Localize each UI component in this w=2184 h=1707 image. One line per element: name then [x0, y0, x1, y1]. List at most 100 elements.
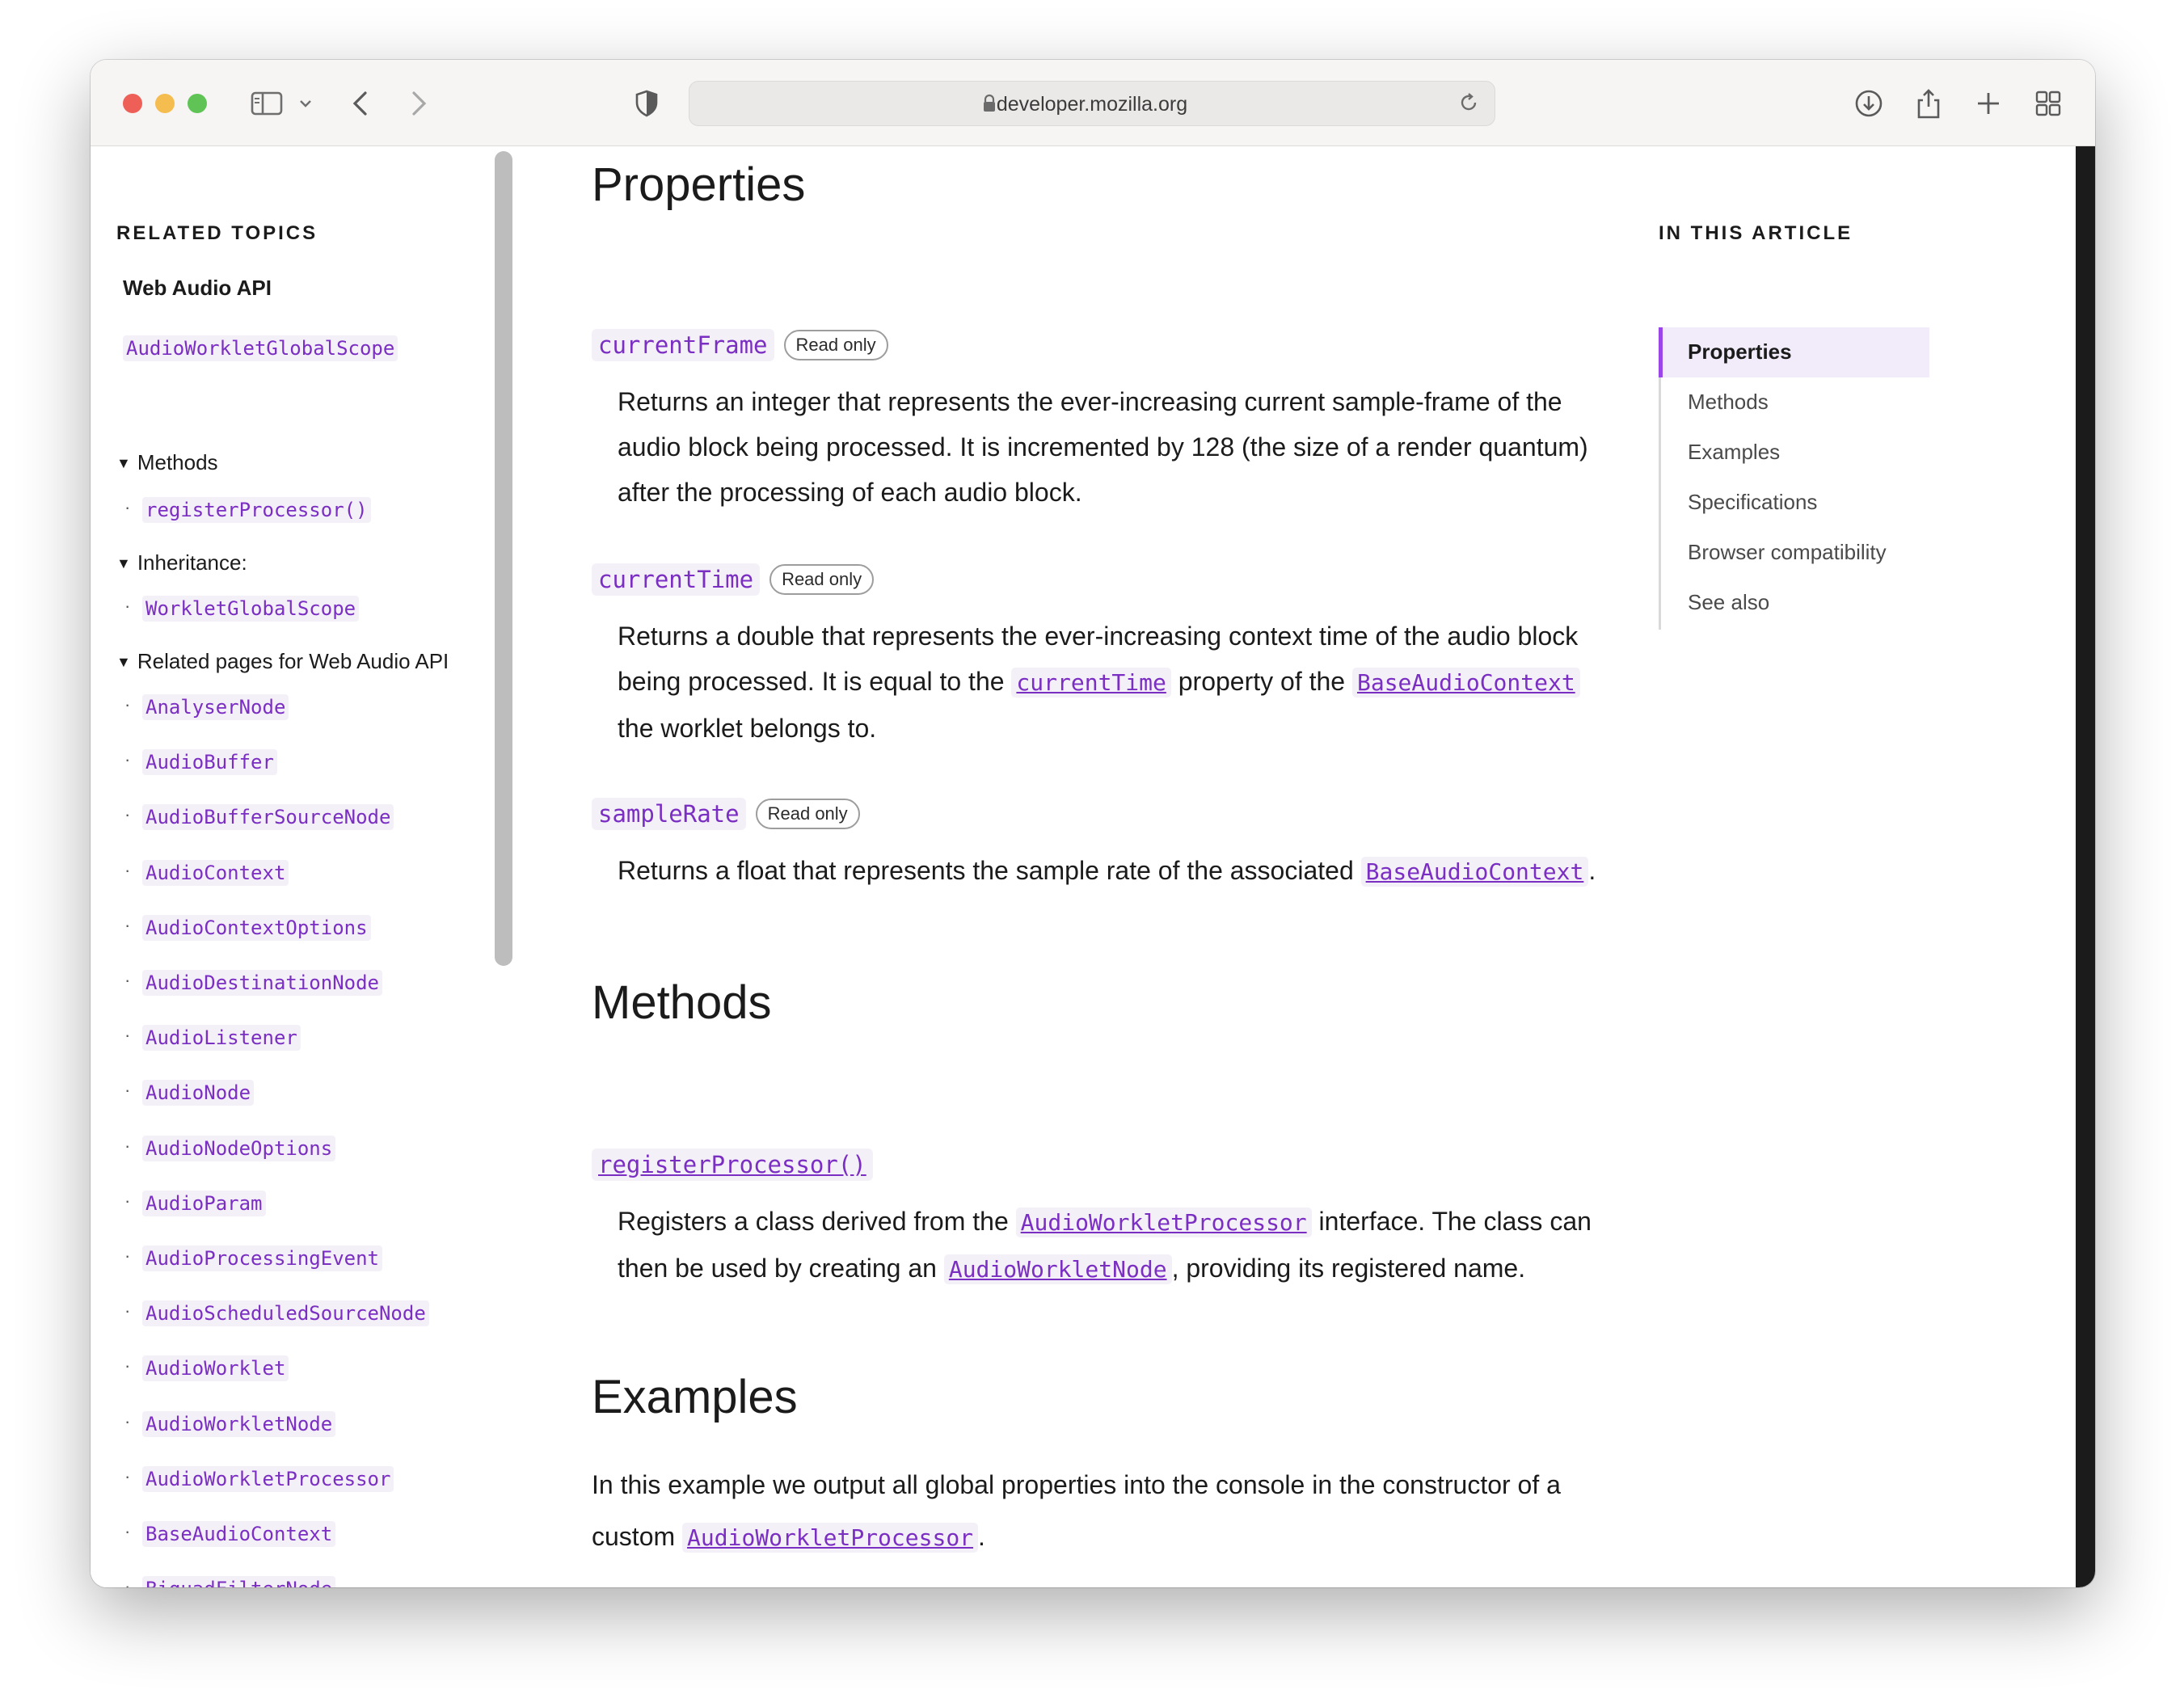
download-icon[interactable]	[1851, 86, 1887, 121]
reload-icon[interactable]	[1457, 91, 1480, 118]
page-content: RELATED TOPICS Web Audio API AudioWorkle…	[91, 146, 2095, 1587]
sidebar-group-methods[interactable]: ▼ Methods	[116, 450, 218, 475]
sidebar-item-related[interactable]: AudioBufferSourceNode	[142, 804, 394, 830]
address-host: developer.mozilla.org	[996, 93, 1188, 116]
sidebar-group-inheritance[interactable]: ▼ Inheritance:	[116, 550, 247, 575]
toc-item-properties[interactable]: Properties	[1688, 339, 1792, 365]
tab-overview-icon[interactable]	[2030, 86, 2066, 121]
heading-methods: Methods	[592, 976, 772, 1029]
currenttime-link[interactable]: currentTime	[1011, 668, 1171, 698]
read-only-badge: Read only	[755, 799, 860, 829]
sidebar-item-related[interactable]: AudioWorklet	[142, 1355, 289, 1381]
sidebar-item-related[interactable]: AudioDestinationNode	[142, 970, 382, 996]
heading-examples: Examples	[592, 1371, 798, 1423]
bullet: ·	[124, 1466, 131, 1486]
new-tab-plus-icon[interactable]	[1971, 86, 2006, 121]
property-name[interactable]: sampleRate	[592, 798, 746, 830]
bullet: ·	[124, 1191, 131, 1211]
bullet: ·	[124, 749, 131, 769]
related-topics-sidebar: RELATED TOPICS Web Audio API AudioWorkle…	[91, 146, 527, 1587]
sidebar-item-related[interactable]: AudioParam	[142, 1191, 266, 1216]
bullet: ·	[124, 1025, 131, 1045]
read-only-badge: Read only	[769, 564, 875, 595]
property-currentframe-header: currentFrame Read only	[592, 329, 888, 361]
toc-item-specifications[interactable]: Specifications	[1688, 490, 1817, 515]
in-this-article-toc: IN THIS ARTICLE Properties Methods Examp…	[1659, 146, 1982, 1587]
sidebar-item-related[interactable]: AudioNodeOptions	[142, 1136, 336, 1161]
triangle-down-icon: ▼	[116, 455, 131, 471]
sidebar-item-related[interactable]: AudioContext	[142, 860, 289, 886]
sidebar-item-related[interactable]: AudioBuffer	[142, 749, 277, 775]
back-arrow-icon[interactable]	[343, 86, 378, 121]
sidebar-item-related[interactable]: AudioListener	[142, 1025, 301, 1051]
sidebar-scope-link[interactable]: AudioWorkletGlobalScope	[123, 335, 398, 361]
bullet: ·	[124, 860, 131, 880]
sidebar-item-related[interactable]: BaseAudioContext	[142, 1521, 336, 1547]
bullet: ·	[124, 1355, 131, 1376]
sidebar-title: RELATED TOPICS	[116, 222, 318, 244]
baseaudiocontext-link[interactable]: BaseAudioContext	[1351, 668, 1580, 698]
minimize-window-button[interactable]	[155, 94, 175, 113]
bullet: ·	[124, 970, 131, 990]
bullet: ·	[124, 1521, 131, 1541]
property-samplerate-header: sampleRate Read only	[592, 798, 860, 830]
bullet: ·	[124, 804, 131, 824]
method-name-link[interactable]: registerProcessor()	[592, 1149, 873, 1181]
sidebar-item-workletglobalscope[interactable]: WorkletGlobalScope	[142, 596, 360, 622]
triangle-down-icon: ▼	[116, 555, 131, 571]
bullet: ·	[124, 1300, 131, 1321]
bullet: ·	[124, 1080, 131, 1100]
chevron-down-icon[interactable]	[288, 86, 323, 121]
sidebar-vertical-scrollbar[interactable]	[495, 151, 512, 966]
toc-item-methods[interactable]: Methods	[1688, 390, 1769, 415]
toc-item-see-also[interactable]: See also	[1688, 590, 1769, 615]
bullet: ·	[124, 1245, 131, 1266]
property-currenttime-header: currentTime Read only	[592, 563, 875, 596]
zoom-window-button[interactable]	[188, 94, 207, 113]
examples-description: In this example we output all global pro…	[592, 1470, 1561, 1553]
property-samplerate-description: Returns a float that represents the samp…	[618, 856, 1596, 887]
toc-active-indicator	[1659, 327, 1663, 377]
privacy-shield-icon[interactable]	[629, 86, 664, 121]
browser-window: developer.mozilla.org RELATED TOPICS Web…	[91, 60, 2095, 1587]
close-window-button[interactable]	[123, 94, 142, 113]
read-only-badge: Read only	[783, 330, 888, 360]
window-edge	[2076, 146, 2095, 1587]
triangle-down-icon: ▼	[116, 654, 131, 670]
share-icon[interactable]	[1911, 86, 1946, 121]
browser-toolbar: developer.mozilla.org	[91, 60, 2095, 146]
audioworkletprocessor-link[interactable]: AudioWorkletProcessor	[682, 1523, 979, 1553]
bullet: ·	[124, 1136, 131, 1156]
sidebar-item-related[interactable]: AudioNode	[142, 1080, 255, 1106]
sidebar-item-related[interactable]: AudioScheduledSourceNode	[142, 1300, 429, 1326]
sidebar-group-related[interactable]: ▼ Related pages for Web Audio API	[116, 649, 449, 674]
property-name[interactable]: currentTime	[592, 563, 761, 596]
address-bar[interactable]: developer.mozilla.org	[689, 81, 1495, 126]
bullet: ·	[124, 915, 131, 935]
audioworkletnode-link[interactable]: AudioWorkletNode	[943, 1254, 1172, 1284]
toc-item-browser-compatibility[interactable]: Browser compatibility	[1688, 540, 1887, 565]
article-main: Properties currentFrame Read only Return…	[592, 146, 1596, 1587]
sidebar-item-registerprocessor[interactable]: registerProcessor()	[142, 497, 371, 523]
method-registerprocessor-header: registerProcessor()	[592, 1149, 873, 1181]
sidebar-item-related[interactable]: AnalyserNode	[142, 694, 289, 720]
bullet: ·	[124, 497, 131, 517]
sidebar-item-related[interactable]: AudioWorkletNode	[142, 1411, 336, 1437]
sidebar-item-related[interactable]: BiquadFilterNode	[142, 1576, 336, 1587]
property-name[interactable]: currentFrame	[592, 329, 774, 361]
sidebar-api-link[interactable]: Web Audio API	[123, 276, 272, 301]
property-currentframe-description: Returns an integer that represents the e…	[618, 387, 1588, 507]
sidebar-toggle-icon[interactable]	[249, 86, 285, 121]
property-currenttime-description: Returns a double that represents the eve…	[618, 613, 1612, 751]
heading-properties: Properties	[592, 158, 806, 211]
forward-arrow-icon[interactable]	[401, 86, 436, 121]
audioworkletprocessor-link[interactable]: AudioWorkletProcessor	[1015, 1208, 1312, 1237]
baseaudiocontext-link[interactable]: BaseAudioContext	[1360, 857, 1589, 887]
sidebar-item-related[interactable]: AudioProcessingEvent	[142, 1245, 382, 1271]
bullet: ·	[124, 1411, 131, 1431]
sidebar-item-related[interactable]: AudioWorkletProcessor	[142, 1466, 394, 1492]
toc-title: IN THIS ARTICLE	[1659, 222, 1853, 244]
sidebar-item-related[interactable]: AudioContextOptions	[142, 915, 371, 941]
bullet: ·	[124, 1576, 131, 1587]
toc-item-examples[interactable]: Examples	[1688, 440, 1780, 465]
